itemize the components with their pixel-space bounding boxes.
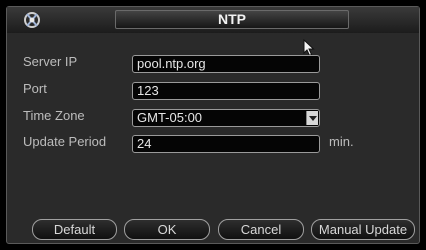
port-field[interactable]: 123 <box>132 82 320 100</box>
screen: NTP Server IP pool.ntp.org Port 123 Time… <box>0 0 426 250</box>
update-period-field[interactable]: 24 <box>132 135 320 153</box>
dialog-title: NTP <box>115 10 349 29</box>
update-period-label: Update Period <box>23 134 107 149</box>
logo-icon <box>24 12 40 28</box>
ok-button[interactable]: OK <box>124 219 210 240</box>
title-bar: NTP <box>7 7 419 33</box>
manual-update-button[interactable]: Manual Update <box>311 219 415 240</box>
dropdown-arrow-icon[interactable] <box>306 111 318 125</box>
server-ip-label: Server IP <box>23 54 78 69</box>
ntp-dialog: NTP Server IP pool.ntp.org Port 123 Time… <box>6 6 420 244</box>
time-zone-label: Time Zone <box>23 108 85 123</box>
port-label: Port <box>23 81 47 96</box>
server-ip-field[interactable]: pool.ntp.org <box>132 55 320 73</box>
time-zone-value: GMT-05:00 <box>137 110 203 125</box>
default-button[interactable]: Default <box>32 219 117 240</box>
time-zone-dropdown[interactable]: GMT-05:00 <box>132 109 320 127</box>
cancel-button[interactable]: Cancel <box>218 219 304 240</box>
update-period-unit: min. <box>329 134 354 149</box>
